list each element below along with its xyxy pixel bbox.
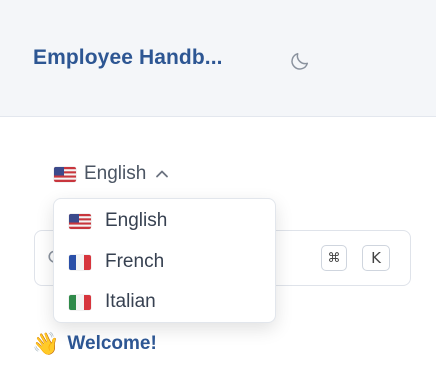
nav-link-welcome[interactable]: 👋 Welcome! [32, 330, 157, 358]
language-option-french[interactable]: French [69, 248, 264, 276]
language-option-label: Italian [105, 291, 156, 312]
language-option-label: French [105, 251, 165, 272]
language-option-english[interactable]: English [69, 207, 264, 235]
welcome-link-label: Welcome! [67, 333, 157, 354]
current-language-label: English [84, 163, 147, 184]
fr-flag-icon [69, 254, 91, 270]
language-option-label: English [105, 210, 168, 231]
theme-toggle-button[interactable] [287, 48, 313, 74]
site-title[interactable]: Employee Handb... [33, 46, 223, 70]
language-option-italian[interactable]: Italian [69, 288, 264, 316]
command-key: ⌘ [321, 245, 347, 271]
language-dropdown-menu: English French Italian [53, 198, 276, 323]
k-key: K [362, 245, 390, 271]
moon-icon [291, 52, 309, 70]
page: Employee Handb... English ⌘ K English Fr… [0, 0, 436, 381]
us-flag-icon [54, 166, 76, 182]
language-selector-button[interactable]: English [54, 161, 170, 187]
header: Employee Handb... [0, 0, 436, 117]
it-flag-icon [69, 294, 91, 310]
waving-hand-icon: 👋 [32, 331, 60, 356]
chevron-up-icon [156, 170, 169, 178]
us-flag-icon [69, 213, 91, 229]
